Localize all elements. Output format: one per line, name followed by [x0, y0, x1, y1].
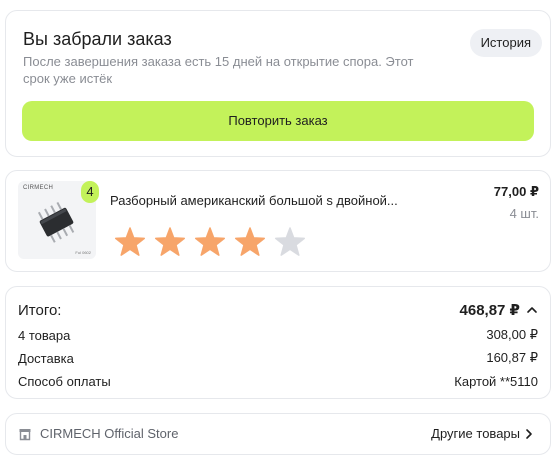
order-status-card: Вы забрали заказ История После завершени…: [5, 10, 551, 157]
order-totals-card: Итого: 468,87 ₽ 4 товара 308,00 ₽ Достав…: [5, 286, 551, 399]
order-item-card: CIRMECH Ful 0602 4 Разборный американски…: [5, 170, 551, 272]
thumbnail-caption: Ful 0602: [75, 250, 91, 255]
order-status-title: Вы забрали заказ: [23, 29, 172, 49]
store-card: CIRMECH Official Store Другие товары: [5, 413, 551, 455]
chevron-up-icon[interactable]: [526, 304, 538, 316]
brand-logo: CIRMECH: [23, 185, 54, 191]
product-quantity: 4 шт.: [509, 206, 539, 221]
store-link[interactable]: CIRMECH Official Store: [18, 426, 178, 441]
store-icon: [19, 428, 31, 440]
items-count-label: 4 товара: [18, 327, 71, 343]
delivery-label: Доставка: [18, 350, 74, 366]
other-products-link[interactable]: Другие товары: [431, 426, 534, 441]
star-filled-icon[interactable]: [230, 225, 270, 261]
rating-stars[interactable]: [110, 225, 310, 261]
chevron-right-icon: [526, 428, 532, 439]
star-empty-icon[interactable]: [270, 225, 310, 261]
repeat-order-button[interactable]: Повторить заказ: [22, 101, 534, 141]
total-label: Итого:: [18, 301, 62, 319]
total-value: 468,87 ₽: [459, 302, 520, 319]
payment-method-value: Картой **5110: [454, 374, 538, 389]
history-button[interactable]: История: [469, 29, 542, 57]
product-title[interactable]: Разборный американский большой s двойной…: [110, 193, 430, 208]
product-price: 77,00 ₽: [493, 184, 539, 199]
star-filled-icon[interactable]: [150, 225, 190, 261]
total-row[interactable]: Итого: 468,87 ₽: [18, 301, 538, 319]
store-name: CIRMECH Official Store: [40, 426, 179, 441]
star-filled-icon[interactable]: [110, 225, 150, 261]
quantity-badge: 4: [81, 181, 99, 203]
delivery-value: 160,87 ₽: [486, 350, 538, 365]
delivery-row: Доставка 160,87 ₽: [18, 350, 538, 366]
payment-method-label: Способ оплаты: [18, 374, 111, 389]
other-products-label: Другие товары: [431, 426, 520, 441]
star-filled-icon[interactable]: [190, 225, 230, 261]
dispute-notice: После завершения заказа есть 15 дней на …: [23, 54, 414, 86]
items-cost-value: 308,00 ₽: [486, 327, 538, 342]
payment-method-row: Способ оплаты Картой **5110: [18, 374, 538, 389]
items-cost-row: 4 товара 308,00 ₽: [18, 327, 538, 343]
